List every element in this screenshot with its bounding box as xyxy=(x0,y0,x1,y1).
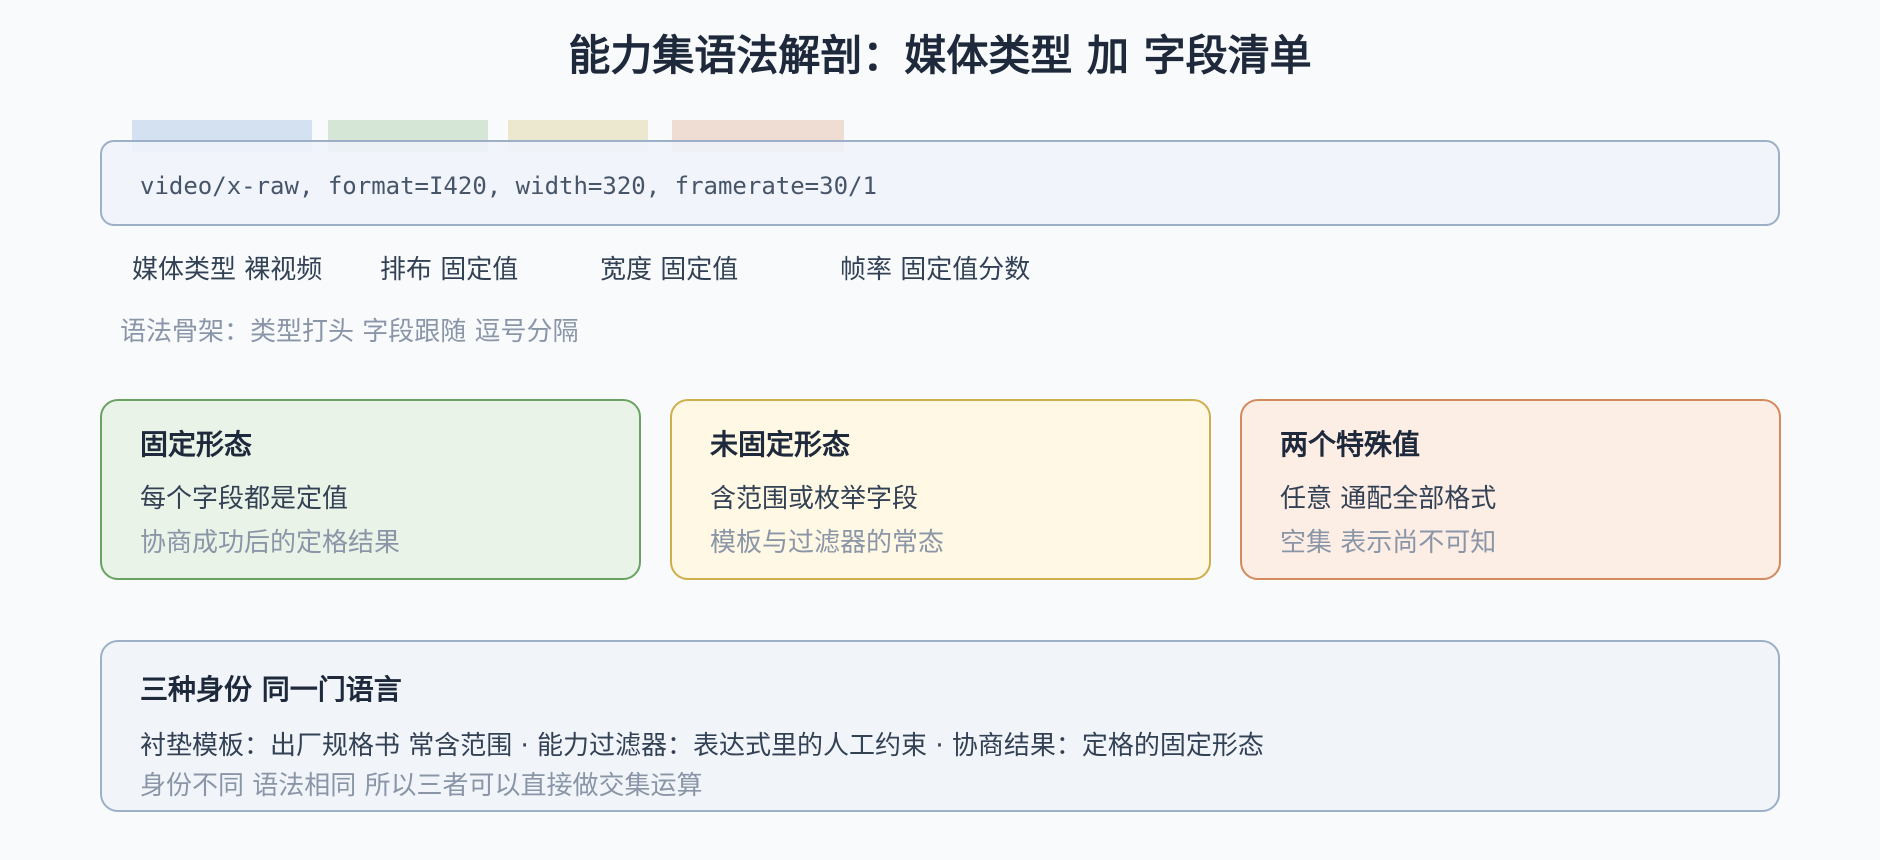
card-description: 每个字段都是定值 xyxy=(140,484,349,514)
segment-label-width: 宽度 固定值 xyxy=(600,255,739,285)
caps-expression: video/x-raw, format=I420, width=320, fra… xyxy=(140,172,877,200)
summary-description: 衬垫模板：出厂规格书 常含范围 · 能力过滤器：表达式里的人工约束 · 协商结果… xyxy=(140,731,1264,761)
card-unfixed-form: 未固定形态 含范围或枚举字段 模板与过滤器的常态 xyxy=(670,399,1211,580)
card-fixed-form: 固定形态 每个字段都是定值 协商成功后的定格结果 xyxy=(100,399,641,580)
summary-title: 三种身份 同一门语言 xyxy=(140,673,402,706)
card-note: 协商成功后的定格结果 xyxy=(140,528,401,558)
page-title: 能力集语法解剖：媒体类型 加 字段清单 xyxy=(568,31,1312,80)
segment-label-format: 排布 固定值 xyxy=(380,255,519,285)
card-description: 任意 通配全部格式 xyxy=(1280,484,1497,514)
card-description: 含范围或枚举字段 xyxy=(710,484,919,514)
summary-panel: 三种身份 同一门语言 衬垫模板：出厂规格书 常含范围 · 能力过滤器：表达式里的… xyxy=(100,640,1780,812)
card-special-values: 两个特殊值 任意 通配全部格式 空集 表示尚不可知 xyxy=(1240,399,1781,580)
segment-label-media-type: 媒体类型 裸视频 xyxy=(132,255,323,285)
card-title: 两个特殊值 xyxy=(1280,428,1421,461)
card-note: 空集 表示尚不可知 xyxy=(1280,528,1497,558)
syntax-skeleton-note: 语法骨架：类型打头 字段跟随 逗号分隔 xyxy=(120,317,579,347)
card-note: 模板与过滤器的常态 xyxy=(710,528,945,558)
card-title: 未固定形态 xyxy=(710,428,851,461)
summary-note: 身份不同 语法相同 所以三者可以直接做交集运算 xyxy=(140,771,703,801)
card-title: 固定形态 xyxy=(140,428,253,461)
segment-label-framerate: 帧率 固定值分数 xyxy=(840,255,1031,285)
